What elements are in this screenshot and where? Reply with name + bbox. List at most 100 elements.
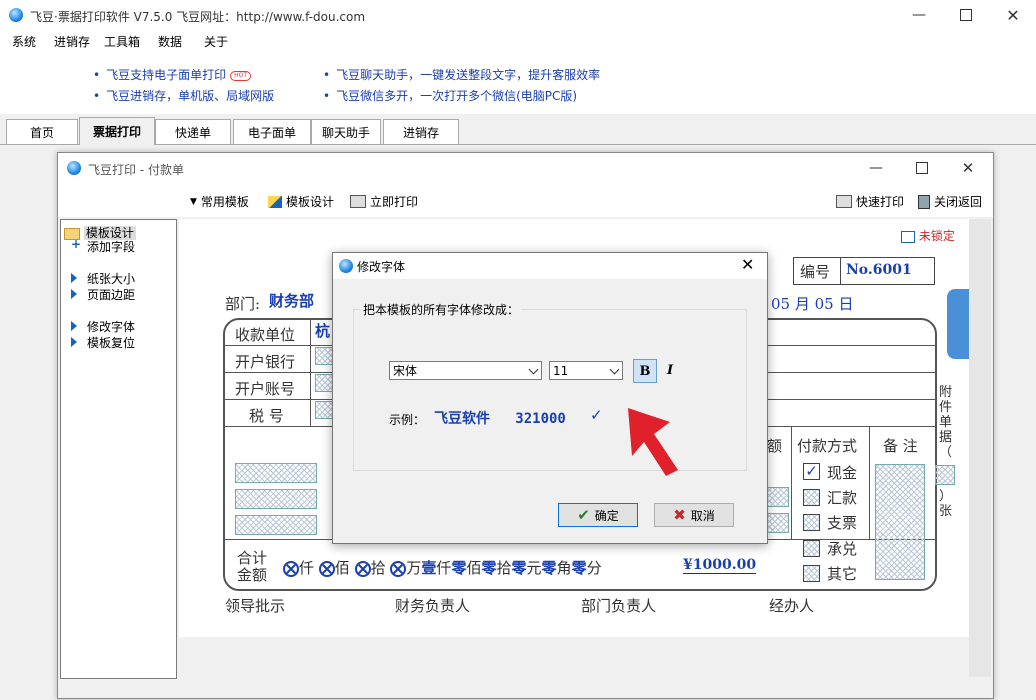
close-icon[interactable]: ✕	[990, 0, 1036, 30]
amount-row-3-field[interactable]	[767, 513, 789, 533]
menu-inventory[interactable]: 进销存	[54, 33, 90, 50]
payment-window-title-bar: 飞豆打印 - 付款单 — ✕	[58, 153, 993, 183]
side-handle[interactable]	[947, 289, 969, 359]
method-column-header: 付款方式	[797, 437, 858, 455]
lock-status[interactable]: 未锁定	[901, 227, 955, 244]
number-box: 编号 No.6001	[793, 257, 935, 285]
promo-link-wechat[interactable]: • 飞豆微信多开，一次打开多个微信(电脑PC版)	[323, 87, 577, 104]
attachment-label: 附件单据（	[939, 385, 953, 460]
window-logo-icon	[67, 161, 81, 175]
arrow-right-icon	[71, 273, 77, 283]
dept-value[interactable]: 财务部	[269, 290, 314, 311]
printer-icon	[350, 195, 366, 208]
child-minimize-icon[interactable]: —	[853, 153, 899, 183]
minimize-icon[interactable]: —	[896, 0, 942, 30]
method-cash-checkbox[interactable]: ✓	[803, 463, 820, 480]
amount-column-header: 额	[767, 437, 783, 455]
tree-item-margins[interactable]: 页面边距	[71, 286, 135, 303]
font-size-select[interactable]: 11	[549, 361, 623, 380]
plus-icon: +	[71, 237, 82, 251]
item-row-3-field[interactable]	[235, 515, 317, 535]
method-remit-label: 汇款	[827, 489, 858, 507]
font-family-select[interactable]: 宋体	[389, 361, 542, 380]
number-label: 编号	[800, 263, 831, 281]
date-text[interactable]: 05 月 05 日	[771, 293, 853, 314]
printer-icon	[836, 195, 852, 208]
main-title-bar: 飞豆·票据打印软件 V7.5.0 飞豆网址：http://www.f-dou.c…	[0, 0, 1036, 30]
arrow-right-icon	[71, 321, 77, 331]
tree-item-paper-size[interactable]: 纸张大小	[71, 270, 135, 287]
promo-link-inventory[interactable]: • 飞豆进销存，单机版、局域网版	[93, 87, 274, 104]
exit-door-icon	[918, 194, 930, 209]
app-logo-icon	[9, 8, 23, 22]
chevron-down-icon	[609, 364, 620, 375]
dialog-title: 修改字体	[357, 260, 406, 274]
method-check-checkbox[interactable]	[803, 514, 820, 531]
total-label-line2: 金额	[237, 566, 268, 584]
dept-label: 部门:	[225, 295, 261, 313]
design-icon	[268, 195, 282, 208]
number-value[interactable]: No.6001	[846, 262, 912, 278]
close-return-button[interactable]: 关闭返回	[918, 193, 982, 210]
attachment-count-field[interactable]	[935, 465, 955, 485]
method-other-checkbox[interactable]	[803, 565, 820, 582]
note-field[interactable]	[875, 464, 925, 580]
hot-badge: HOT	[230, 70, 251, 81]
tab-express[interactable]: 快递单	[155, 119, 231, 144]
sample-text: 飞豆软件 321000	[434, 411, 566, 427]
sample-label: 示例：	[389, 413, 426, 427]
method-acceptance-checkbox[interactable]	[803, 540, 820, 557]
tab-chat-assistant[interactable]: 聊天助手	[311, 119, 381, 144]
child-close-icon[interactable]: ✕	[945, 153, 991, 183]
sign-handler: 经办人	[769, 597, 815, 615]
method-cash-label: 现金	[827, 464, 858, 482]
payee-value[interactable]: 杭	[315, 320, 330, 341]
maximize-icon[interactable]	[943, 0, 989, 30]
promo-link-chat[interactable]: • 飞豆聊天助手，一键发送整段文字，提升客服效率	[323, 66, 600, 83]
main-tab-bar: 首页 票据打印 快递单 电子面单 聊天助手 进销存	[0, 114, 1036, 145]
bold-toggle[interactable]: B	[633, 359, 657, 383]
tree-item-add-field[interactable]: + 添加字段	[71, 237, 135, 255]
total-uppercase[interactable]: 仟 佰 拾 万壹仟零佰零拾零元零角零分	[283, 557, 602, 578]
italic-toggle[interactable]: I	[659, 359, 681, 381]
menu-data[interactable]: 数据	[158, 33, 182, 50]
tab-home[interactable]: 首页	[6, 119, 78, 144]
account-label: 开户账号	[235, 380, 296, 398]
method-remit-checkbox[interactable]	[803, 489, 820, 506]
unlock-icon	[901, 230, 915, 243]
item-row-1-field[interactable]	[235, 463, 317, 483]
dialog-title-bar: 修改字体 ✕	[333, 253, 767, 279]
tree-item-reset-template[interactable]: 模板复位	[71, 334, 135, 351]
menu-about[interactable]: 关于	[204, 33, 228, 50]
cancel-button[interactable]: ✖ 取消	[654, 503, 734, 527]
template-design-button[interactable]: 模板设计	[268, 193, 334, 210]
promo-link-waybill[interactable]: • 飞豆支持电子面单打印 HOT	[93, 66, 251, 83]
menu-system[interactable]: 系统	[12, 33, 36, 50]
arrow-right-icon	[71, 337, 77, 347]
print-now-button[interactable]: 立即打印	[350, 193, 418, 210]
menu-bar: 系统 进销存 工具箱 数据 关于	[0, 30, 1036, 53]
crossed-circle-icon	[318, 561, 335, 577]
tree-item-change-font[interactable]: 修改字体	[71, 318, 135, 335]
caret-down-icon: ▼	[190, 196, 197, 207]
payment-toolbar: ▼ 常用模板 模板设计 立即打印 快速打印 关闭返回	[58, 183, 993, 217]
tab-receipt-print[interactable]: 票据打印	[79, 117, 155, 145]
payment-window-title: 飞豆打印 - 付款单	[88, 163, 184, 177]
quick-print-button[interactable]: 快速打印	[836, 193, 904, 210]
sign-dept: 部门负责人	[581, 597, 657, 615]
dialog-close-icon[interactable]: ✕	[741, 255, 754, 274]
crossed-circle-icon	[390, 561, 407, 577]
menu-toolbox[interactable]: 工具箱	[104, 33, 140, 50]
attachment-tail: ）张	[939, 489, 953, 519]
canvas-bottom-area	[179, 637, 969, 677]
amount-row-2-field[interactable]	[767, 487, 789, 507]
check-icon: ✔	[577, 506, 590, 524]
tab-e-waybill[interactable]: 电子面单	[233, 119, 311, 144]
child-maximize-icon[interactable]	[899, 153, 945, 183]
common-templates-button[interactable]: ▼ 常用模板	[190, 193, 249, 210]
item-row-2-field[interactable]	[235, 489, 317, 509]
tab-inventory[interactable]: 进销存	[383, 119, 459, 144]
ok-button[interactable]: ✔ 确定	[558, 503, 638, 527]
total-value[interactable]: ¥1000.00	[683, 557, 757, 574]
arrow-right-icon	[71, 289, 77, 299]
